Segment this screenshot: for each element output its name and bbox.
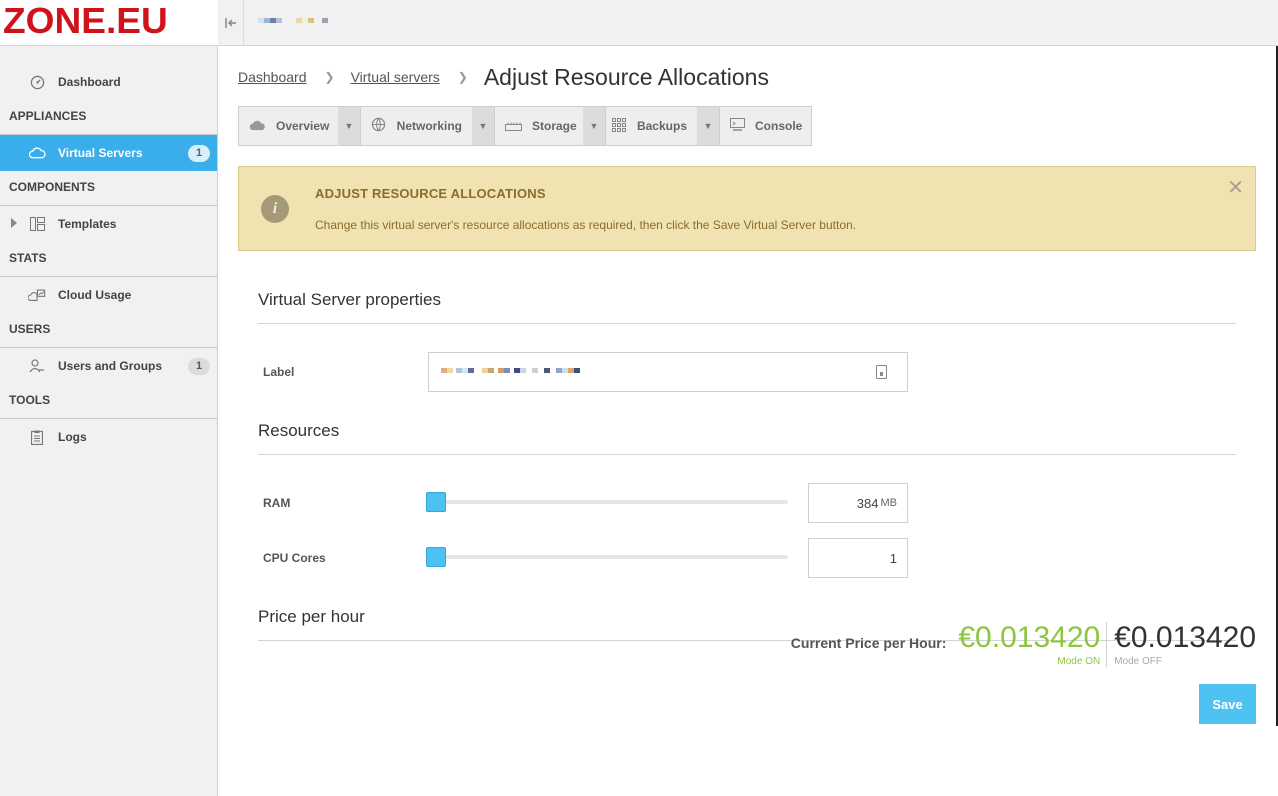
page-title: Adjust Resource Allocations	[483, 63, 769, 90]
users-icon	[28, 357, 46, 375]
resources-heading: Resources	[258, 421, 1236, 455]
price-off-value: €0.013420	[1114, 621, 1256, 654]
dashboard-icon	[28, 73, 46, 91]
top-bar	[218, 0, 1278, 46]
section-appliances: APPLIANCES	[0, 100, 217, 135]
cloud-chart-icon	[28, 286, 46, 304]
price-mode-on: €0.013420 Mode ON	[958, 621, 1108, 667]
price-label: Current Price per Hour:	[790, 635, 947, 651]
ram-value: 384	[856, 495, 879, 511]
ram-label: RAM	[263, 496, 291, 510]
templates-icon	[28, 215, 46, 233]
cloud-icon	[249, 119, 266, 134]
count-badge: 1	[188, 358, 210, 375]
sidebar-item-label: Virtual Servers	[58, 146, 143, 160]
logo[interactable]: ZONE.EU	[0, 0, 218, 46]
close-icon[interactable]: ✕	[1227, 175, 1244, 200]
clipboard-icon	[28, 428, 46, 446]
sidebar-item-users-and-groups[interactable]: Users and Groups 1	[0, 348, 217, 384]
alert-title: ADJUST RESOURCE ALLOCATIONS	[315, 186, 546, 201]
tab-label: Overview	[276, 119, 330, 133]
label-input[interactable]	[428, 352, 908, 392]
tab-label: Networking	[396, 119, 462, 133]
user-info-redacted	[258, 18, 328, 23]
section-tools: TOOLS	[0, 384, 217, 419]
sidebar-item-label: Cloud Usage	[58, 288, 132, 302]
info-icon: i	[261, 195, 289, 223]
info-alert: i ADJUST RESOURCE ALLOCATIONS Change thi…	[238, 166, 1256, 251]
logo-text: ZONE.EU	[3, 0, 168, 41]
cpu-slider-handle[interactable]	[426, 547, 446, 567]
breadcrumb: Dashboard ❯ Virtual servers ❯ Adjust Res…	[238, 62, 769, 92]
tab-label: Console	[755, 119, 803, 133]
sidebar-item-templates[interactable]: Templates	[0, 206, 217, 242]
sidebar-item-label: Users and Groups	[58, 359, 163, 373]
tab-networking[interactable]: Networking ▼	[361, 107, 495, 145]
sidebar-item-label: Templates	[58, 217, 117, 231]
dropdown-arrow-icon[interactable]: ▼	[472, 107, 494, 145]
contact-card-icon	[876, 365, 887, 379]
section-stats: STATS	[0, 242, 217, 277]
dropdown-arrow-icon[interactable]: ▼	[338, 107, 360, 145]
count-badge: 1	[188, 145, 210, 162]
dropdown-arrow-icon[interactable]: ▼	[583, 107, 605, 145]
sidebar-item-logs[interactable]: Logs	[0, 419, 217, 455]
sidebar-item-cloud-usage[interactable]: Cloud Usage	[0, 277, 217, 313]
globe-icon	[371, 117, 387, 135]
ram-unit: MB	[880, 497, 898, 509]
chevron-right-icon: ❯	[324, 70, 335, 84]
collapse-sidebar-icon[interactable]	[218, 0, 244, 45]
mode-on-label: Mode ON	[1057, 656, 1101, 667]
sidebar-item-label: Dashboard	[58, 75, 121, 89]
section-users: USERS	[0, 313, 217, 348]
tab-overview[interactable]: Overview ▼	[239, 107, 361, 145]
properties-heading: Virtual Server properties	[258, 290, 1236, 324]
cpu-input[interactable]: 1	[808, 538, 908, 578]
chevron-right-icon: ❯	[457, 70, 468, 84]
save-button[interactable]: Save	[1199, 684, 1256, 724]
tab-bar: Overview ▼ Networking ▼ Storage ▼ Backup…	[238, 106, 812, 146]
cpu-label: CPU Cores	[263, 551, 326, 565]
sidebar-item-label: Logs	[58, 430, 87, 444]
breadcrumb-virtual-servers-link[interactable]: Virtual servers	[351, 69, 440, 85]
price-display: Current Price per Hour: €0.013420 Mode O…	[791, 622, 1256, 672]
disk-icon	[505, 119, 522, 134]
cloud-icon	[28, 144, 46, 162]
breadcrumb-dashboard-link[interactable]: Dashboard	[238, 69, 307, 85]
tab-backups[interactable]: Backups ▼	[606, 107, 720, 145]
ram-input[interactable]: 384 MB	[808, 483, 908, 523]
tab-label: Storage	[532, 119, 577, 133]
sidebar-nav: Dashboard APPLIANCES Virtual Servers 1 C…	[0, 64, 217, 455]
expand-arrow-icon[interactable]	[11, 218, 17, 228]
sidebar: ZONE.EU Dashboard APPLIANCES Virtual Ser…	[0, 0, 218, 796]
mode-off-label: Mode OFF	[1114, 656, 1162, 667]
section-components: COMPONENTS	[0, 171, 217, 206]
monitor-icon	[730, 118, 745, 134]
dropdown-arrow-icon[interactable]: ▼	[697, 107, 719, 145]
cpu-slider[interactable]	[428, 555, 788, 559]
grid-icon	[612, 117, 627, 135]
sidebar-item-virtual-servers[interactable]: Virtual Servers 1	[0, 135, 217, 171]
ram-slider[interactable]	[428, 500, 788, 504]
ram-slider-handle[interactable]	[426, 492, 446, 512]
label-value-redacted	[441, 368, 580, 373]
sidebar-item-dashboard[interactable]: Dashboard	[0, 64, 217, 100]
price-mode-off: €0.013420 Mode OFF	[1107, 621, 1256, 668]
tab-console[interactable]: Console	[720, 107, 811, 145]
tab-label: Backups	[636, 119, 687, 133]
label-field-label: Label	[263, 365, 295, 379]
alert-text: Change this virtual server's resource al…	[315, 218, 857, 232]
cpu-value: 1	[889, 550, 897, 566]
tab-storage[interactable]: Storage ▼	[495, 107, 606, 145]
price-on-value: €0.013420	[958, 621, 1101, 654]
